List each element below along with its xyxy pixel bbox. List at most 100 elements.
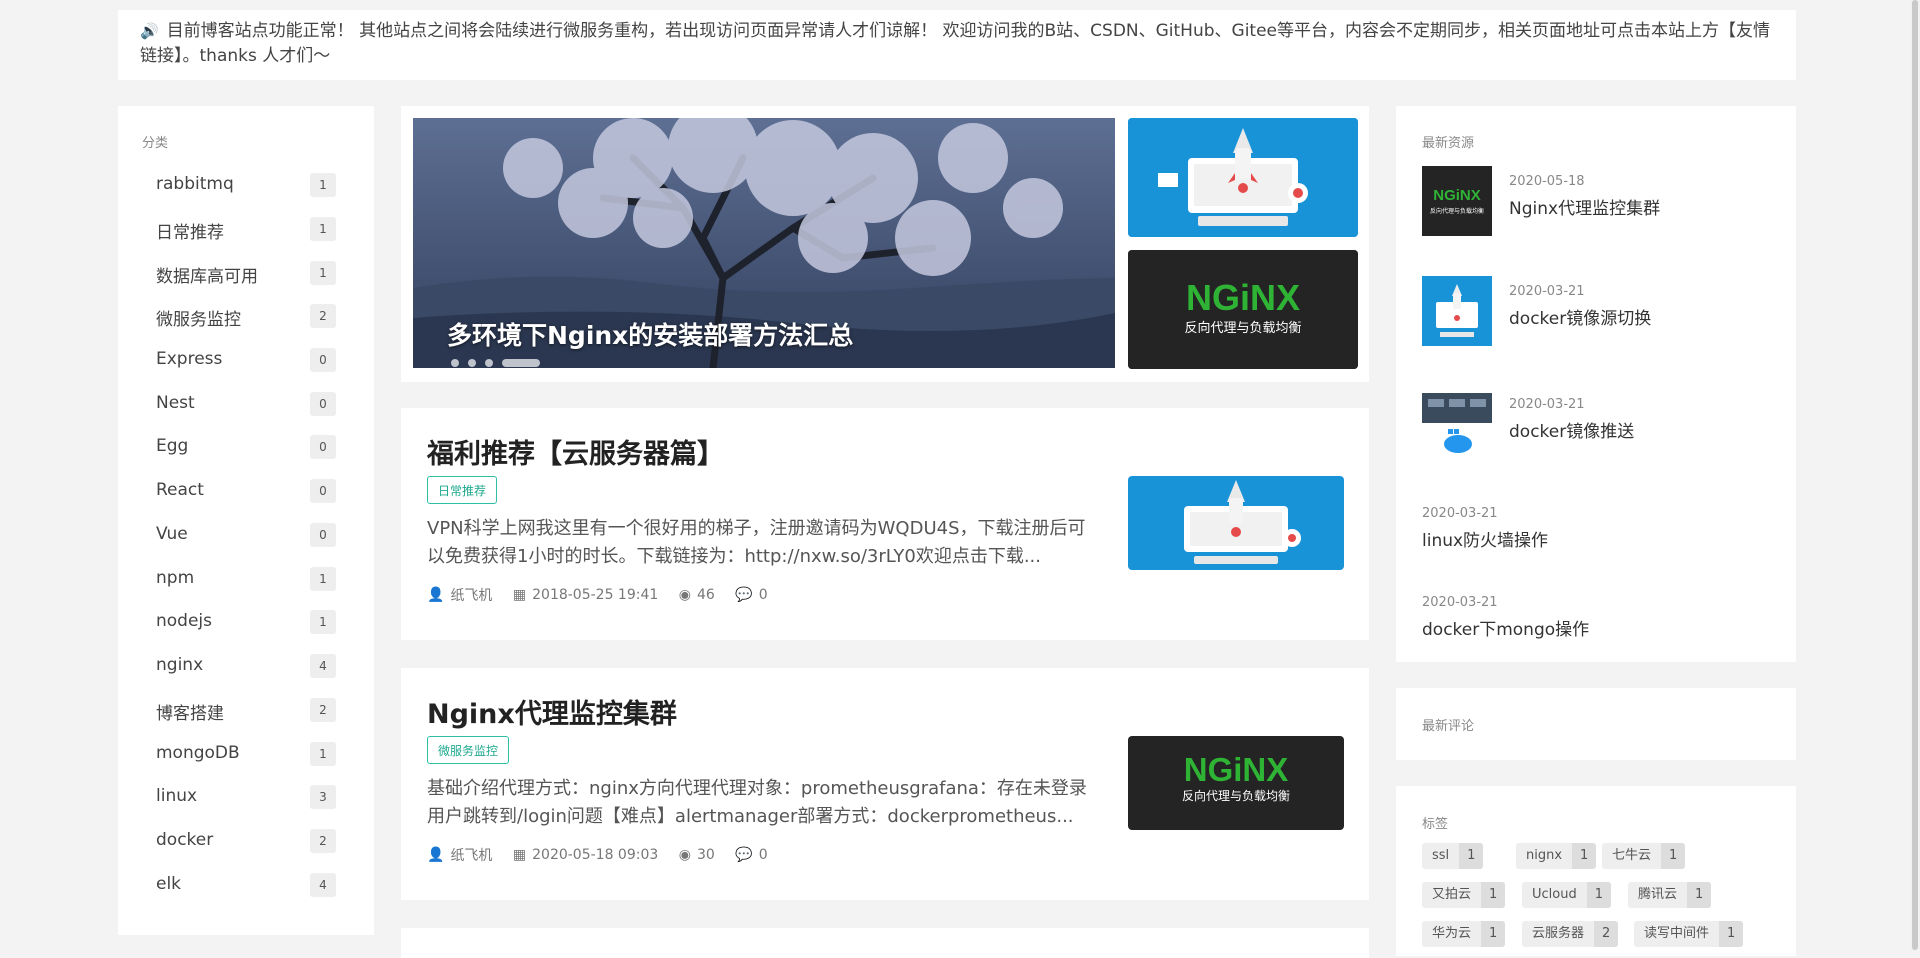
slide-dots bbox=[451, 359, 549, 367]
category-count: 1 bbox=[310, 610, 336, 634]
slide-thumb-nginx[interactable]: NGiNX 反向代理与负载均衡 bbox=[1128, 250, 1358, 369]
resource-title[interactable]: docker下mongo操作 bbox=[1422, 615, 1589, 640]
nginx-logo-icon: NGiNX 反向代理与负载均衡 bbox=[1128, 250, 1358, 369]
category-item[interactable]: 日常推荐 1 bbox=[156, 214, 336, 244]
tag-count: 1 bbox=[1481, 921, 1506, 947]
category-count: 0 bbox=[310, 435, 336, 459]
comments-icon: 💬 bbox=[735, 847, 753, 863]
category-item[interactable]: docker 2 bbox=[156, 826, 336, 856]
category-item[interactable]: rabbitmq 1 bbox=[156, 170, 336, 200]
category-item[interactable]: 微服务监控 2 bbox=[156, 301, 336, 331]
comments-title: 最新评论 bbox=[1422, 719, 1475, 734]
tag-chip[interactable]: 读写中间件 1 bbox=[1634, 921, 1744, 947]
post-title[interactable]: 福利推荐【云服务器篇】 bbox=[427, 432, 724, 471]
docker-whale-icon bbox=[1422, 389, 1492, 459]
comment-count: 💬 0 bbox=[735, 587, 768, 603]
category-count: 0 bbox=[310, 479, 336, 503]
category-item[interactable]: nginx 4 bbox=[156, 651, 336, 681]
category-item[interactable]: 博客搭建 2 bbox=[156, 695, 336, 725]
category-item[interactable]: linux 3 bbox=[156, 782, 336, 812]
tag-chip[interactable]: 云服务器 2 bbox=[1522, 921, 1619, 947]
resource-title[interactable]: Nginx代理监控集群 bbox=[1509, 194, 1660, 219]
category-item[interactable]: npm 1 bbox=[156, 564, 336, 594]
resources-title: 最新资源 bbox=[1422, 136, 1475, 151]
svg-text:NGiNX: NGiNX bbox=[1184, 751, 1289, 788]
resource-date: 2020-03-21 bbox=[1509, 284, 1585, 299]
tag-chip[interactable]: ssl 1 bbox=[1422, 843, 1484, 869]
category-item[interactable]: Vue 0 bbox=[156, 520, 336, 550]
page-scrollbar[interactable] bbox=[1910, 0, 1920, 950]
category-item[interactable]: mongoDB 1 bbox=[156, 739, 336, 769]
category-item[interactable]: Express 0 bbox=[156, 345, 336, 375]
category-item[interactable]: React 0 bbox=[156, 476, 336, 506]
comment-count: 💬 0 bbox=[735, 847, 768, 863]
slide-dot-active[interactable] bbox=[502, 359, 540, 367]
tag-count: 1 bbox=[1687, 882, 1712, 908]
slide-dot[interactable] bbox=[485, 359, 493, 367]
latest-comments-panel: 最新评论 bbox=[1396, 688, 1796, 760]
slide-dot[interactable] bbox=[468, 359, 476, 367]
category-item[interactable]: nodejs 1 bbox=[156, 607, 336, 637]
author: 👤 纸飞机 bbox=[427, 847, 493, 864]
post-date: ▦ 2020-05-18 09:03 bbox=[512, 847, 659, 863]
tag-chip[interactable]: Ucloud 1 bbox=[1522, 882, 1612, 908]
category-count: 0 bbox=[310, 348, 336, 372]
post-card: Nginx代理监控集群 微服务监控 基础介绍代理方式：nginx方向代理代理对象… bbox=[401, 668, 1369, 900]
tag-chip[interactable]: nignx 1 bbox=[1516, 843, 1597, 869]
resource-thumbnail bbox=[1422, 389, 1492, 459]
tag-chip[interactable]: 七牛云 1 bbox=[1602, 843, 1686, 869]
post-thumbnail[interactable]: NGiNX 反向代理与负载均衡 bbox=[1128, 736, 1344, 830]
category-count: 4 bbox=[310, 873, 336, 897]
slide-dot[interactable] bbox=[451, 359, 459, 367]
category-count: 1 bbox=[310, 217, 336, 241]
tag-chip[interactable]: 腾讯云 1 bbox=[1628, 882, 1712, 908]
scrollbar-thumb[interactable] bbox=[1912, 0, 1918, 950]
resource-title[interactable]: linux防火墙操作 bbox=[1422, 526, 1548, 551]
resource-item[interactable]: 2020-03-21 docker镜像推送 bbox=[1422, 389, 1772, 459]
category-count: 1 bbox=[310, 742, 336, 766]
category-count: 0 bbox=[310, 523, 336, 547]
resource-item[interactable]: 2020-03-21 linux防火墙操作 bbox=[1422, 506, 1772, 556]
eye-icon: ◉ bbox=[678, 587, 691, 603]
resource-title[interactable]: docker镜像推送 bbox=[1509, 417, 1634, 442]
resource-item[interactable]: 2020-03-21 docker镜像源切换 bbox=[1422, 276, 1772, 346]
resource-item[interactable]: 2020-03-21 docker下mongo操作 bbox=[1422, 595, 1772, 645]
category-item[interactable]: 数据库高可用 1 bbox=[156, 258, 336, 288]
category-item[interactable]: elk 4 bbox=[156, 870, 336, 900]
slide-thumb-rocket[interactable] bbox=[1128, 118, 1358, 237]
category-count: 1 bbox=[310, 173, 336, 197]
tag-count: 1 bbox=[1586, 882, 1612, 908]
post-tag[interactable]: 日常推荐 bbox=[427, 476, 498, 504]
category-item[interactable]: Egg 0 bbox=[156, 432, 336, 462]
post-card bbox=[401, 928, 1369, 958]
post-tag[interactable]: 微服务监控 bbox=[427, 736, 510, 764]
post-title[interactable]: Nginx代理监控集群 bbox=[427, 692, 677, 731]
svg-text:NGiNX: NGiNX bbox=[1186, 277, 1300, 318]
resource-date: 2020-05-18 bbox=[1509, 174, 1585, 189]
featured-slider: 多环境下Nginx的安装部署方法汇总 NGiNX 反向代理与负载均衡 bbox=[401, 106, 1369, 382]
category-item[interactable]: Nest 0 bbox=[156, 389, 336, 419]
svg-text:NGiNX: NGiNX bbox=[1433, 187, 1481, 204]
tag-chip[interactable]: 华为云 1 bbox=[1422, 921, 1506, 947]
post-thumbnail[interactable] bbox=[1128, 476, 1344, 570]
post-meta: 👤 纸飞机 ▦ 2020-05-18 09:03 ◉ 30 💬 0 bbox=[427, 845, 784, 865]
svg-text:反向代理与负载均衡: 反向代理与负载均衡 bbox=[1182, 788, 1290, 803]
slide-main[interactable]: 多环境下Nginx的安装部署方法汇总 bbox=[413, 118, 1115, 368]
megaphone-icon: 🔊 bbox=[140, 22, 159, 40]
resource-item[interactable]: NGiNX 反向代理与负载均衡 2020-05-18 Nginx代理监控集群 bbox=[1422, 166, 1772, 236]
user-icon: 👤 bbox=[427, 847, 445, 863]
resource-title[interactable]: docker镜像源切换 bbox=[1509, 304, 1651, 329]
rocket-illustration-icon bbox=[1128, 118, 1358, 237]
author: 👤 纸飞机 bbox=[427, 587, 493, 604]
tag-count: 2 bbox=[1594, 921, 1619, 947]
tag-count: 1 bbox=[1481, 882, 1506, 908]
post-meta: 👤 纸飞机 ▦ 2018-05-25 19:41 ◉ 46 💬 0 bbox=[427, 585, 784, 605]
tag-chip[interactable]: 又拍云 1 bbox=[1422, 882, 1506, 908]
category-title: 分类 bbox=[142, 136, 169, 151]
slide-caption[interactable]: 多环境下Nginx的安装部署方法汇总 bbox=[447, 316, 853, 352]
nginx-logo-icon: NGiNX 反向代理与负载均衡 bbox=[1128, 736, 1344, 830]
notice-text: 目前博客站点功能正常！ 其他站点之间将会陆续进行微服务重构，若出现访问页面异常请… bbox=[140, 21, 1771, 66]
post-date: ▦ 2018-05-25 19:41 bbox=[512, 587, 659, 603]
resource-thumbnail bbox=[1422, 276, 1492, 346]
resource-date: 2020-03-21 bbox=[1422, 595, 1498, 610]
